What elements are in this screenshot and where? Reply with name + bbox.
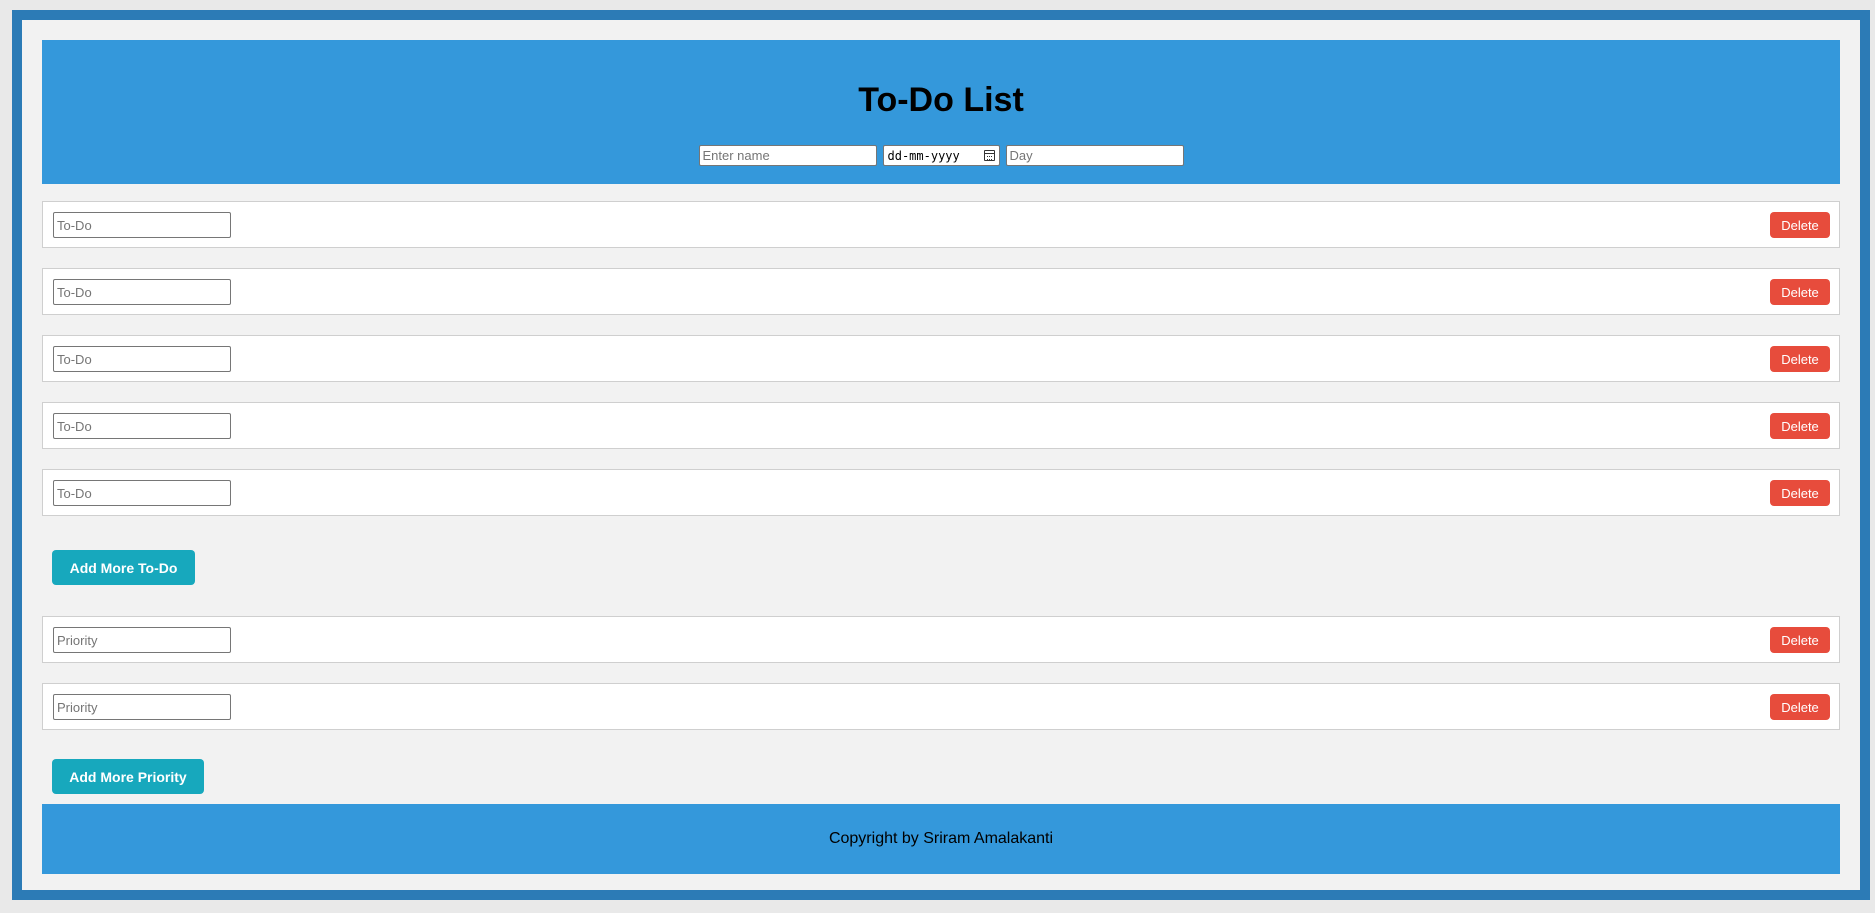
todo-input[interactable]	[53, 480, 231, 506]
delete-button[interactable]: Delete	[1770, 346, 1830, 372]
todo-input[interactable]	[53, 346, 231, 372]
delete-button[interactable]: Delete	[1770, 694, 1830, 720]
todo-input[interactable]	[53, 413, 231, 439]
delete-button[interactable]: Delete	[1770, 480, 1830, 506]
header: To-Do List dd-mm-yyyy	[42, 40, 1840, 184]
footer: Copyright by Sriram Amalakanti	[42, 804, 1840, 874]
day-input[interactable]	[1005, 145, 1184, 166]
name-input[interactable]	[698, 145, 877, 166]
date-placeholder: dd-mm-yyyy	[887, 148, 960, 163]
todo-input[interactable]	[53, 279, 231, 305]
copyright-text: Copyright by Sriram Amalakanti	[828, 830, 1054, 847]
add-priority-button[interactable]: Add More Priority	[52, 759, 204, 794]
page-title: To-Do List	[858, 81, 1024, 119]
priority-row: Delete	[42, 683, 1840, 730]
todo-row: Delete	[42, 469, 1840, 516]
calendar-icon[interactable]	[983, 150, 995, 161]
date-input[interactable]: dd-mm-yyyy	[882, 145, 1000, 166]
priority-row: Delete	[42, 616, 1840, 663]
delete-button[interactable]: Delete	[1770, 212, 1830, 238]
todo-row: Delete	[42, 402, 1840, 449]
todo-row: Delete	[42, 335, 1840, 382]
delete-button[interactable]: Delete	[1770, 279, 1830, 305]
add-todo-button[interactable]: Add More To-Do	[52, 550, 195, 585]
delete-button[interactable]: Delete	[1770, 627, 1830, 653]
todo-row: Delete	[42, 201, 1840, 248]
app-frame: To-Do List dd-mm-yyyy Delete Delete Dele…	[12, 10, 1870, 900]
todo-input[interactable]	[53, 212, 231, 238]
delete-button[interactable]: Delete	[1770, 413, 1830, 439]
priority-input[interactable]	[53, 627, 231, 653]
todo-row: Delete	[42, 268, 1840, 315]
header-inputs: dd-mm-yyyy	[42, 145, 1840, 166]
priority-input[interactable]	[53, 694, 231, 720]
